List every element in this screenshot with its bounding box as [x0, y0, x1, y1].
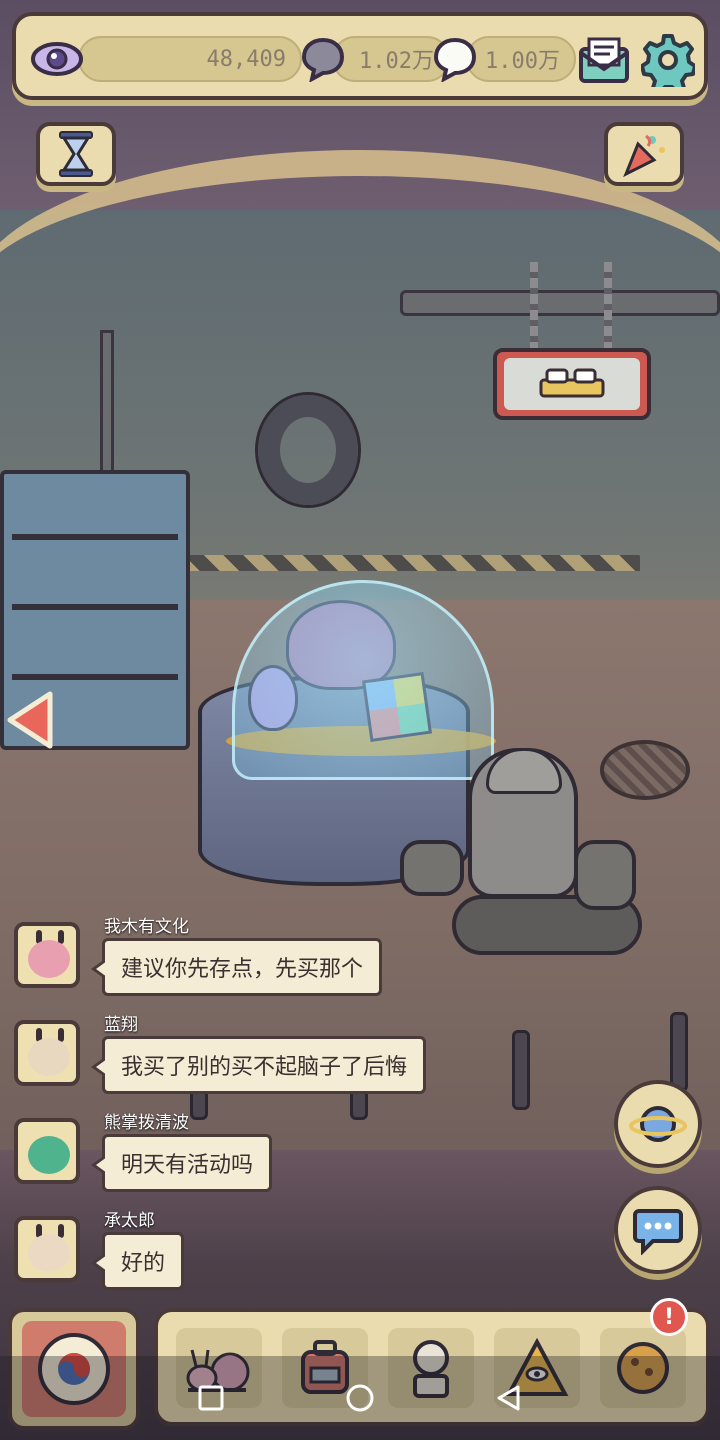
robot-arm	[574, 840, 636, 910]
left-arrow-icon[interactable]	[6, 690, 54, 750]
planet-button[interactable]	[614, 1080, 702, 1168]
manhole-cover	[600, 740, 690, 800]
timer-button[interactable]	[36, 122, 116, 186]
chat-icon	[633, 1209, 683, 1255]
chat-bubble: 明天有活动吗	[90, 1134, 273, 1192]
pipe	[100, 330, 114, 490]
resource-bar: 48,409 1.02万 1.00万	[12, 12, 708, 100]
eye-icon	[30, 32, 84, 86]
event-button[interactable]	[604, 122, 684, 186]
notification-badge: !	[650, 1298, 688, 1336]
chat-username: 我木有文化	[104, 917, 189, 937]
mail-button[interactable]	[574, 30, 634, 90]
party-popper-icon	[623, 134, 665, 178]
light-bubble-value: 1.00万	[485, 49, 560, 74]
planet-icon	[629, 1106, 687, 1142]
chat-username: 蓝翔	[104, 1015, 138, 1035]
mail-icon	[579, 37, 629, 83]
light-bubble-counter: 1.00万	[466, 36, 576, 82]
chat-bubble: 好的	[90, 1232, 185, 1290]
dark-bubble-value: 1.02万	[359, 49, 434, 74]
avatar[interactable]	[14, 1216, 80, 1282]
settings-button[interactable]	[638, 30, 698, 90]
chat-username: 承太郎	[104, 1211, 155, 1231]
eyes-counter: 48,409	[78, 36, 302, 82]
sign-chain	[604, 262, 612, 352]
chat-button[interactable]	[614, 1186, 702, 1274]
triangle-back-icon[interactable]	[495, 1384, 523, 1412]
avatar[interactable]	[14, 922, 80, 988]
white-speech-bubble-icon	[432, 36, 478, 82]
sign-chain	[530, 262, 538, 352]
hazard-tape	[180, 555, 640, 571]
chat-username: 熊掌拨清波	[104, 1113, 189, 1133]
hourglass-icon	[59, 131, 93, 177]
avatar[interactable]	[14, 1118, 80, 1184]
chat-bubble: 我买了别的买不起脑子了后悔	[90, 1036, 427, 1094]
chat-bubble: 建议你先存点，先买那个	[90, 938, 383, 996]
bedroom-sign[interactable]	[493, 348, 651, 420]
pipe	[400, 290, 720, 316]
robot-arm	[400, 840, 464, 896]
square-icon[interactable]	[197, 1384, 225, 1412]
rope-post	[670, 1012, 688, 1092]
dark-speech-bubble-icon	[300, 36, 346, 82]
gear-icon	[641, 34, 695, 87]
avatar[interactable]	[14, 1020, 80, 1086]
bed-icon	[504, 358, 640, 410]
circle-icon[interactable]	[345, 1383, 375, 1413]
system-navigation-bar	[0, 1356, 720, 1440]
rope-post	[512, 1030, 530, 1110]
hanging-tire	[258, 395, 358, 505]
eyes-value: 48,409	[206, 46, 286, 72]
